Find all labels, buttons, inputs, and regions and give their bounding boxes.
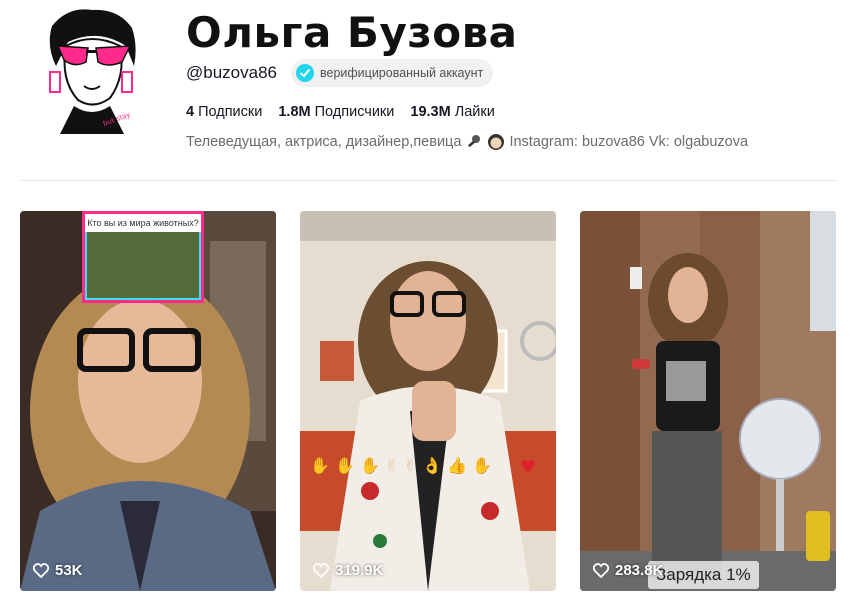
check-badge-icon bbox=[296, 64, 314, 82]
video-card[interactable]: ✋ ✋ ✋ ✌ ✌ 👌 👍 ✋ ♥ 319.9K bbox=[300, 211, 556, 591]
profile-bio: Телеведущая, актриса, дизайнер,певица In… bbox=[186, 133, 748, 151]
microphone-emoji-icon bbox=[468, 135, 481, 148]
stat-value: 1.8M bbox=[278, 104, 311, 120]
video-caption-label: Зарядка 1% bbox=[648, 561, 759, 589]
video-likes: 319.9K bbox=[313, 562, 383, 579]
quiz-title: Кто вы из мира животных? bbox=[85, 214, 201, 232]
profile-avatar[interactable]: but stay bbox=[38, 6, 146, 134]
stat-value: 4 bbox=[186, 104, 195, 120]
heart-outline-icon bbox=[313, 563, 329, 578]
profile-name: Ольга Бузова bbox=[186, 8, 518, 57]
video-likes: 283.8K bbox=[593, 562, 663, 579]
stat-likes: 19.3M Лайки bbox=[410, 104, 494, 120]
stat-label: Лайки bbox=[454, 104, 495, 120]
heart-outline-icon bbox=[33, 563, 49, 578]
svg-text:♥: ♥ bbox=[520, 457, 536, 478]
video-card[interactable]: Кто вы из мира животных? 53K bbox=[20, 211, 276, 591]
stat-value: 19.3M bbox=[410, 104, 451, 120]
verified-label: верифицированный аккаунт bbox=[320, 66, 484, 80]
profile-stats: 4 Подписки 1.8M Подписчики 19.3M Лайки bbox=[186, 104, 495, 120]
bio-links: Instagram: buzova86 Vk: olgabuzova bbox=[509, 134, 749, 150]
handle-row: @buzova86 верифицированный аккаунт bbox=[186, 59, 494, 87]
header-divider bbox=[20, 180, 837, 181]
likes-count: 283.8K bbox=[615, 562, 664, 579]
stat-label: Подписки bbox=[198, 104, 263, 120]
video-likes: 53K bbox=[33, 562, 83, 579]
verified-badge: верифицированный аккаунт bbox=[291, 59, 494, 87]
likes-count: 53K bbox=[55, 562, 83, 579]
profile-handle: @buzova86 bbox=[186, 63, 277, 82]
stat-followers[interactable]: 1.8M Подписчики bbox=[278, 104, 394, 120]
quiz-filter-overlay: Кто вы из мира животных? bbox=[82, 211, 204, 303]
video-thumbnail bbox=[580, 211, 836, 591]
stat-label: Подписчики bbox=[314, 104, 395, 120]
likes-count: 319.9K bbox=[335, 562, 384, 579]
heart-outline-icon bbox=[593, 563, 609, 578]
bio-text: Телеведущая, актриса, дизайнер,певица bbox=[186, 134, 462, 150]
svg-text:✋ ✋ ✋ ✌ ✌ 👌 👍 ✋: ✋ ✋ ✋ ✌ ✌ 👌 👍 ✋ bbox=[310, 456, 492, 475]
video-thumbnail: ✋ ✋ ✋ ✌ ✌ 👌 👍 ✋ ♥ bbox=[300, 211, 556, 591]
video-card[interactable]: Зарядка 1% 283.8K bbox=[580, 211, 836, 591]
woman-emoji-icon bbox=[488, 134, 505, 150]
stat-following[interactable]: 4 Подписки bbox=[186, 104, 262, 120]
